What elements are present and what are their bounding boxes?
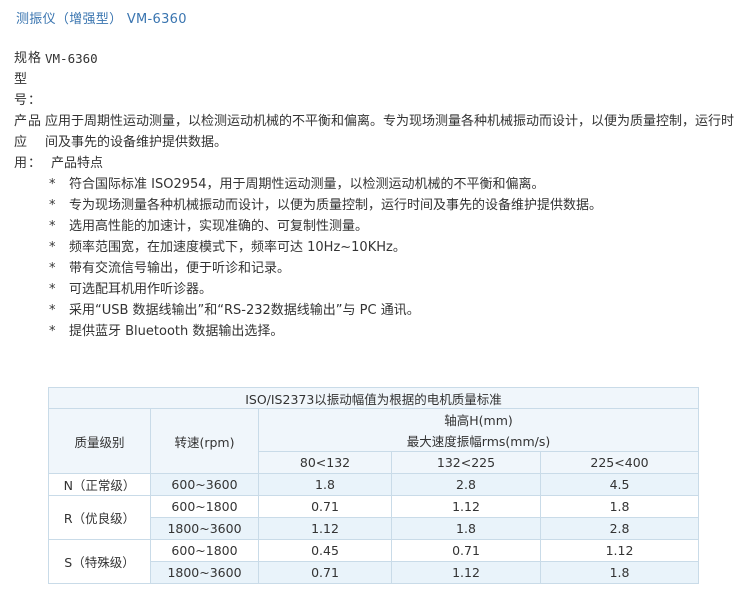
usage-cell: 应用于周期性运动测量，以检测运动机械的不平衡和偏离。专为现场测量各种机械振动而设… (42, 111, 739, 342)
grade-cell: N（正常级） (48, 473, 151, 496)
feature-text: 专为现场测量各种机械振动而设计，以便为质量控制，运行时间及事先的设备维护提供数据… (69, 198, 603, 213)
header-range: 132<225 (391, 451, 541, 474)
feature-text: 可选配耳机用作听诊器。 (69, 282, 213, 297)
header-grade: 质量级别 (48, 408, 151, 474)
value-cell: 1.12 (258, 517, 392, 540)
value-cell: 2.8 (539, 517, 700, 540)
value-cell: 1.8 (539, 495, 700, 518)
feature-item: * 可选配耳机用作听诊器。 (49, 279, 739, 300)
speed-cell: 600~1800 (150, 539, 259, 562)
bullet-star: * (49, 177, 56, 192)
value-cell: 1.8 (539, 561, 700, 584)
feature-item: * 采用“USB 数据线输出”和“RS-232数据线输出”与 PC 通讯。 (49, 300, 739, 321)
grade-cell: S（特殊级） (48, 539, 151, 584)
feature-text: 选用高性能的加速计，实现准确的、可复制性测量。 (69, 219, 369, 234)
value-cell: 0.71 (258, 561, 392, 584)
usage-row: 产品应用： 应用于周期性运动测量，以检测运动机械的不平衡和偏离。专为现场测量各种… (14, 111, 739, 342)
feature-item: * 提供蓝牙 Bluetooth 数据输出选择。 (49, 321, 739, 342)
value-cell: 0.71 (391, 539, 541, 562)
model-value: VM-6360 (45, 51, 98, 66)
value-cell: 1.12 (391, 561, 541, 584)
header-speed: 转速(rpm) (150, 408, 259, 474)
feature-text: 符合国际标准 ISO2954，用于周期性运动测量，以检测运动机械的不平衡和偏离。 (69, 177, 545, 192)
feature-text: 频率范围宽，在加速度模式下，频率可达 10Hz~10KHz。 (69, 240, 406, 255)
usage-label: 产品应用： (14, 114, 43, 171)
table-caption-row: ISO/IS2373以振动幅值为根据的电机质量标准 (47, 387, 700, 409)
spec-table: 规格型号： VM-6360 产品应用： 应用于周期性运动测量，以检测运动机械的不… (14, 48, 739, 342)
feature-text: 带有交流信号输出，便于听诊和记录。 (69, 261, 291, 276)
value-cell: 2.8 (391, 473, 541, 496)
table-row: S（特殊级） 600~1800 0.45 0.71 1.12 (48, 539, 700, 584)
value-cell: 0.71 (258, 495, 392, 518)
table-row: R（优良级） 600~1800 0.71 1.12 1.8 (48, 495, 700, 540)
table-row: N（正常级） 600~3600 1.8 2.8 4.5 (48, 473, 700, 496)
value-cell: 1.8 (258, 473, 392, 496)
bullet-star: * (49, 219, 56, 234)
features-list: * 符合国际标准 ISO2954，用于周期性运动测量，以检测运动机械的不平衡和偏离… (45, 174, 739, 342)
speed-cell: 600~1800 (150, 495, 259, 518)
quality-standard-table: ISO/IS2373以振动幅值为根据的电机质量标准 质量级别 转速(rpm) 轴… (47, 387, 700, 584)
value-cell: 1.8 (391, 517, 541, 540)
table-header-row: 质量级别 转速(rpm) 轴高H(mm) (48, 408, 700, 474)
bullet-star: * (49, 240, 56, 255)
header-axis-height: 轴高H(mm) (257, 408, 700, 430)
bullet-star: * (49, 324, 56, 339)
header-max-velocity: 最大速度振幅rms(mm/s) (257, 430, 700, 452)
feature-item: * 符合国际标准 ISO2954，用于周期性运动测量，以检测运动机械的不平衡和偏离… (49, 174, 739, 195)
page-title: 测振仪（增强型） VM-6360 (16, 12, 187, 27)
speed-cell: 600~3600 (150, 473, 259, 496)
value-cell: 0.45 (258, 539, 392, 562)
speed-cell: 1800~3600 (150, 561, 259, 584)
value-cell: 4.5 (539, 473, 700, 496)
table-caption: ISO/IS2373以振动幅值为根据的电机质量标准 (47, 387, 700, 409)
feature-item: * 带有交流信号输出，便于听诊和记录。 (49, 258, 739, 279)
speed-cell: 1800~3600 (150, 517, 259, 540)
feature-item: * 频率范围宽，在加速度模式下，频率可达 10Hz~10KHz。 (49, 237, 739, 258)
value-cell: 1.12 (391, 495, 541, 518)
feature-text: 采用“USB 数据线输出”和“RS-232数据线输出”与 PC 通讯。 (69, 303, 420, 318)
feature-item: * 专为现场测量各种机械振动而设计，以便为质量控制，运行时间及事先的设备维护提供数… (49, 195, 739, 216)
model-row: 规格型号： VM-6360 (14, 48, 739, 111)
bullet-star: * (49, 261, 56, 276)
header-range: 225<400 (539, 451, 700, 474)
header-range: 80<132 (258, 451, 392, 474)
bullet-star: * (49, 198, 56, 213)
usage-text: 应用于周期性运动测量，以检测运动机械的不平衡和偏离。专为现场测量各种机械振动而设… (45, 114, 735, 150)
model-label: 规格型号： (14, 51, 43, 108)
features-title: 产品特点 (51, 156, 104, 171)
feature-text: 提供蓝牙 Bluetooth 数据输出选择。 (69, 324, 284, 339)
feature-item: * 选用高性能的加速计，实现准确的、可复制性测量。 (49, 216, 739, 237)
grade-cell: R（优良级） (48, 495, 151, 540)
bullet-star: * (49, 303, 56, 318)
bullet-star: * (49, 282, 56, 297)
value-cell: 1.12 (539, 539, 700, 562)
